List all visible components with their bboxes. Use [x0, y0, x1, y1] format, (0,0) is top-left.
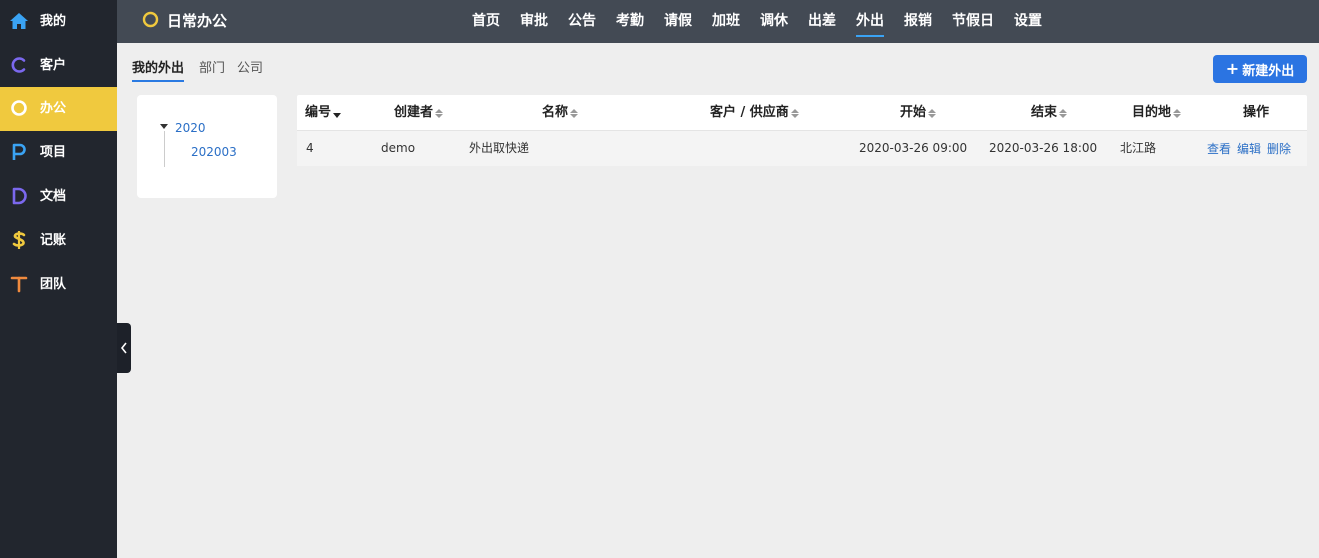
edit-link[interactable]: 编辑: [1237, 141, 1261, 157]
tree-node-month[interactable]: 202003: [191, 144, 237, 160]
nav-trip[interactable]: 出差: [808, 11, 836, 31]
tab-my-egress[interactable]: 我的外出: [132, 60, 185, 82]
tree-node-year[interactable]: 2020: [175, 120, 206, 136]
cell-creator: demo: [381, 141, 416, 155]
table-header: 编号 创建者 名称 客户 / 供应商 开始 结束 目的地 操作: [297, 95, 1307, 131]
column-header-label: 目的地: [1132, 105, 1172, 120]
cell-start: 2020-03-26 09:00: [859, 141, 968, 155]
view-link[interactable]: 查看: [1207, 141, 1231, 157]
column-header-start[interactable]: 开始: [900, 104, 937, 122]
tab-company[interactable]: 公司: [237, 60, 263, 78]
table-row[interactable]: 4 demo 外出取快递 2020-03-26 09:00 2020-03-26…: [297, 131, 1307, 166]
column-header-label: 名称: [542, 105, 569, 120]
sidebar-item-label: 团队: [40, 277, 67, 292]
home-icon: [9, 11, 29, 31]
new-egress-button[interactable]: + 新建外出: [1213, 55, 1307, 83]
cell-id: 4: [306, 141, 314, 155]
sidebar-item-label: 记账: [40, 233, 67, 248]
sort-icon: [435, 108, 444, 118]
dollar-icon: [9, 230, 29, 250]
sidebar-item-document[interactable]: 文档: [0, 175, 117, 219]
sidebar-item-office[interactable]: 办公: [0, 87, 117, 131]
sidebar-item-mine[interactable]: 我的: [0, 0, 117, 44]
sort-icon: [790, 108, 799, 118]
sort-icon: [333, 108, 342, 118]
sidebar-item-label: 办公: [40, 101, 67, 116]
app-title[interactable]: 日常办公: [142, 10, 227, 32]
sidebar-item-label: 客户: [40, 58, 67, 73]
app-title-text: 日常办公: [167, 12, 228, 30]
sidebar-collapse-toggle[interactable]: [117, 323, 131, 373]
customer-c-icon: [9, 55, 29, 75]
caret-down-icon[interactable]: [160, 124, 168, 129]
date-tree: 2020 202003: [137, 95, 277, 198]
chevron-left-icon: [120, 339, 128, 358]
sidebar-item-project[interactable]: 项目: [0, 131, 117, 175]
column-header-label: 编号: [305, 105, 332, 120]
cell-end: 2020-03-26 18:00: [989, 141, 1098, 155]
nav-holiday[interactable]: 节假日: [952, 11, 994, 31]
team-t-icon: [9, 274, 29, 294]
plus-icon: +: [1225, 59, 1240, 78]
column-header-label: 开始: [900, 105, 927, 120]
sidebar-item-label: 项目: [40, 145, 67, 160]
nav-lieu[interactable]: 调休: [760, 11, 788, 31]
nav-settings[interactable]: 设置: [1014, 11, 1042, 31]
sort-icon: [1173, 108, 1182, 118]
new-egress-label: 新建外出: [1242, 63, 1295, 79]
egress-table: 编号 创建者 名称 客户 / 供应商 开始 结束 目的地 操作 4 demo 外…: [297, 95, 1307, 166]
nav-reimburse[interactable]: 报销: [904, 11, 932, 31]
nav-announcement[interactable]: 公告: [568, 11, 596, 31]
column-header-label: 客户 / 供应商: [710, 105, 789, 120]
nav-approval[interactable]: 审批: [520, 11, 548, 31]
column-header-creator[interactable]: 创建者: [394, 104, 444, 122]
sort-icon: [570, 108, 579, 118]
sidebar: 我的 客户 办公 项目 文档 记账 团队: [0, 0, 117, 558]
nav-leave[interactable]: 请假: [664, 11, 692, 31]
sidebar-item-label: 我的: [40, 14, 67, 29]
delete-link[interactable]: 删除: [1267, 141, 1291, 157]
sort-icon: [1059, 108, 1068, 118]
sidebar-item-label: 文档: [40, 189, 67, 204]
office-circle-icon: [142, 11, 159, 32]
column-header-end[interactable]: 结束: [1031, 104, 1068, 122]
sidebar-item-accounting[interactable]: 记账: [0, 219, 117, 263]
column-header-id[interactable]: 编号: [305, 104, 342, 122]
nav-overtime[interactable]: 加班: [712, 11, 740, 31]
document-d-icon: [9, 186, 29, 206]
sort-icon: [928, 108, 937, 118]
tree-connector: [164, 131, 165, 167]
sidebar-item-team[interactable]: 团队: [0, 263, 117, 307]
column-header-actions: 操作: [1243, 104, 1269, 122]
column-header-label: 创建者: [394, 105, 434, 120]
column-header-name[interactable]: 名称: [542, 104, 579, 122]
sidebar-item-customer[interactable]: 客户: [0, 44, 117, 88]
cell-destination: 北江路: [1120, 141, 1157, 155]
column-header-label: 结束: [1031, 105, 1058, 120]
column-header-label: 操作: [1243, 105, 1270, 120]
column-header-destination[interactable]: 目的地: [1132, 104, 1182, 122]
column-header-customer[interactable]: 客户 / 供应商: [710, 104, 799, 122]
project-p-icon: [9, 142, 29, 162]
top-bar: 日常办公 首页 审批 公告 考勤 请假 加班 调休 出差 外出 报销 节假日 设…: [117, 0, 1319, 43]
tab-department[interactable]: 部门: [199, 60, 225, 78]
office-circle-icon: [9, 98, 29, 118]
cell-name: 外出取快递: [469, 141, 530, 155]
nav-home[interactable]: 首页: [472, 11, 500, 31]
nav-attendance[interactable]: 考勤: [616, 11, 644, 31]
nav-egress[interactable]: 外出: [856, 11, 884, 37]
